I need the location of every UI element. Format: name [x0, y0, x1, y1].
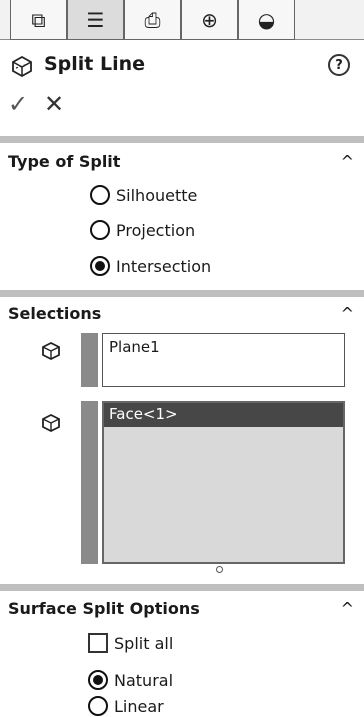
selection-active-bar [81, 401, 98, 564]
tab-display-manager[interactable]: ◒ [238, 0, 295, 40]
radio-linear[interactable]: Linear [88, 693, 164, 717]
help-icon[interactable]: ? [328, 54, 350, 76]
feature-manager-icon: ⧉ [31, 7, 46, 32]
radio-button[interactable] [90, 185, 110, 205]
selection-active-bar [81, 333, 98, 387]
resize-handle[interactable] [216, 566, 223, 573]
ok-button[interactable]: ✓ [8, 90, 28, 118]
radio-silhouette[interactable]: Silhouette [90, 182, 197, 208]
dimxpert-manager-icon: ⊕ [201, 7, 218, 32]
checkbox[interactable] [88, 633, 108, 653]
radio-label: Silhouette [116, 185, 198, 205]
tab-dimxpert-manager[interactable]: ⊕ [181, 0, 238, 40]
radio-button[interactable] [90, 220, 110, 240]
face-selection-list[interactable]: Face<1> [102, 401, 345, 564]
checkbox-split-all[interactable]: Split all [88, 630, 173, 656]
selected-entity: Plane1 [109, 338, 160, 356]
configuration-manager-icon: ⎙ [144, 7, 161, 32]
help-glyph: ? [335, 57, 343, 73]
tab-configuration-manager[interactable]: ⎙ [124, 0, 181, 40]
collapse-chevron-icon[interactable]: ^ [341, 304, 354, 323]
action-buttons: ✓ ✕ [0, 90, 200, 124]
section-title: Surface Split Options [8, 599, 200, 618]
radio-projection[interactable]: Projection [90, 217, 195, 243]
section-divider [0, 290, 364, 297]
radio-natural[interactable]: Natural [88, 667, 173, 693]
radio-button[interactable] [88, 670, 108, 690]
radio-button[interactable] [90, 256, 110, 276]
collapse-chevron-icon[interactable]: ^ [341, 152, 354, 171]
display-manager-icon: ◒ [257, 7, 276, 32]
tab-feature-manager[interactable]: ⧉ [10, 0, 67, 40]
list-item[interactable]: Face<1> [104, 403, 343, 427]
face-selection-icon [42, 413, 60, 433]
section-divider [0, 136, 364, 143]
page-title: Split Line [44, 53, 146, 75]
split-line-icon [12, 55, 32, 78]
section-title: Selections [8, 304, 102, 323]
radio-label: Linear [114, 696, 164, 716]
radio-label: Natural [114, 670, 174, 690]
radio-label: Projection [116, 220, 196, 240]
surface-split-options-header[interactable]: Surface Split Options ^ [8, 599, 358, 623]
radio-intersection[interactable]: Intersection [90, 253, 211, 279]
collapse-chevron-icon[interactable]: ^ [341, 599, 354, 618]
cancel-button[interactable]: ✕ [44, 90, 64, 118]
type-of-split-header[interactable]: Type of Split ^ [8, 152, 358, 176]
property-manager-header: Split Line ? [0, 48, 364, 82]
property-manager-icon: ☰ [86, 7, 105, 32]
radio-button[interactable] [88, 696, 108, 716]
plane-selection-box[interactable]: Plane1 [102, 333, 345, 387]
radio-label: Intersection [116, 256, 212, 276]
plane-selection-icon [42, 341, 60, 361]
section-title: Type of Split [8, 152, 121, 171]
tab-property-manager[interactable]: ☰ [67, 0, 124, 40]
section-divider [0, 584, 364, 591]
manager-tab-strip: ⧉ ☰ ⎙ ⊕ ◒ [0, 0, 364, 40]
checkbox-label: Split all [114, 633, 174, 653]
selections-header[interactable]: Selections ^ [8, 304, 358, 328]
